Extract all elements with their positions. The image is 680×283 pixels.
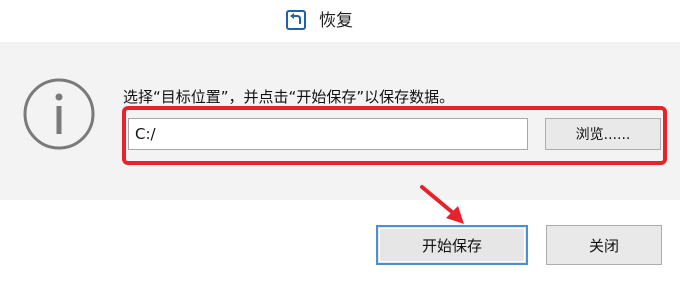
target-path-input[interactable] [128,118,528,150]
close-button[interactable]: 关闭 [546,225,662,265]
restore-arrow-icon [286,10,306,30]
instruction-text: 选择“目标位置”，并点击“开始保存”以保存数据。 [123,88,455,106]
restore-dialog: 恢复 选择“目标位置”，并点击“开始保存”以保存数据。 浏览...... 开始保… [0,0,680,283]
start-save-button[interactable]: 开始保存 [376,225,528,265]
window-title: 恢复 [319,11,353,31]
browse-button[interactable]: 浏览...... [545,118,661,150]
red-arrow-icon [418,184,470,228]
title-bar: 恢复 [0,0,680,42]
info-icon [22,77,96,151]
